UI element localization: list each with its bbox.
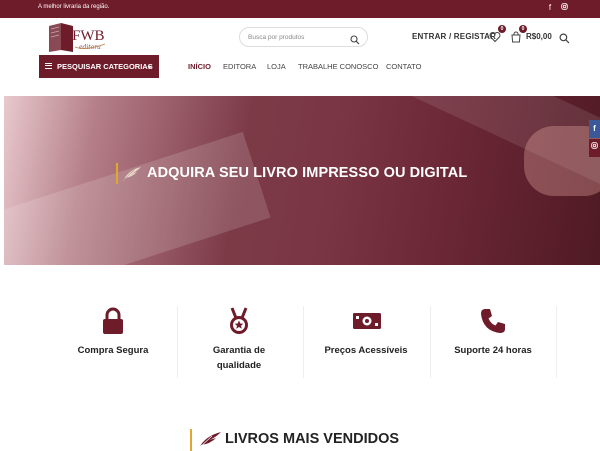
product-search	[239, 27, 368, 47]
svg-text:editora: editora	[79, 44, 101, 51]
feature-support-24h: Suporte 24 horas	[430, 298, 556, 382]
phone-icon	[479, 307, 507, 335]
quill-icon	[198, 431, 222, 449]
feature-affordable-prices: Preços Acessíveis	[303, 298, 429, 382]
search-icon[interactable]	[350, 32, 360, 45]
lock-icon	[99, 307, 127, 335]
login-register-link[interactable]: ENTRAR / REGISTAR	[412, 32, 496, 41]
facebook-icon[interactable]: f	[546, 3, 554, 12]
hero-heading: ADQUIRA SEU LIVRO IMPRESSO OU DIGITAL	[116, 163, 516, 185]
nav-item-trabalhe-conosco[interactable]: TRABALHE CONOSCO	[298, 62, 378, 71]
feature-label: Compra Segura	[77, 345, 149, 356]
main-navigation: PESQUISAR CATEGORIAS ⌄ INÍCIO EDITORA LO…	[0, 55, 600, 79]
feature-secure-purchase: Compra Segura	[50, 298, 176, 382]
top-social-links: f	[546, 3, 568, 12]
shopping-bag-icon	[511, 31, 521, 43]
floating-social-tabs: f	[589, 120, 600, 158]
hero-title: ADQUIRA SEU LIVRO IMPRESSO OU DIGITAL	[147, 165, 468, 181]
categories-label: PESQUISAR CATEGORIAS	[57, 62, 153, 71]
header-search-icon[interactable]	[559, 31, 570, 44]
medal-icon	[225, 307, 253, 335]
feature-quality-guarantee: Garantia de qualidade	[176, 298, 302, 382]
cart-total[interactable]: R$0,00	[526, 32, 552, 41]
nav-item-inicio[interactable]: INÍCIO	[188, 62, 211, 71]
wishlist-button[interactable]: 0	[489, 25, 506, 43]
browse-categories-button[interactable]: PESQUISAR CATEGORIAS ⌄	[39, 55, 159, 78]
best-sellers-heading: LIVROS MAIS VENDIDOS	[190, 429, 450, 451]
search-input[interactable]	[248, 31, 348, 43]
section-title: LIVROS MAIS VENDIDOS	[225, 431, 400, 447]
heading-accent-bar	[190, 429, 192, 451]
cart-button[interactable]: 0	[510, 25, 527, 43]
nav-item-contato[interactable]: CONTATO	[386, 62, 421, 71]
quill-icon	[122, 166, 142, 182]
top-bar: A melhor livraria da região. f	[0, 0, 600, 18]
money-icon	[352, 307, 381, 335]
facebook-icon[interactable]: f	[589, 120, 600, 138]
site-header: FWB editora ENTRAR / REGISTAR 0 0 R$0,00	[0, 18, 600, 55]
chevron-down-icon: ⌄	[146, 61, 153, 70]
nav-item-editora[interactable]: EDITORA	[223, 62, 256, 71]
heart-icon	[489, 32, 501, 43]
menu-icon	[45, 63, 52, 69]
tagline: A melhor livraria da região.	[38, 4, 110, 10]
instagram-icon[interactable]	[589, 139, 600, 157]
wishlist-count-badge: 0	[498, 25, 506, 33]
heading-accent-bar	[116, 163, 118, 184]
feature-label: Suporte 24 horas	[454, 345, 532, 356]
features-row: Compra Segura Garantia de qualidade Preç…	[48, 298, 558, 388]
nav-item-loja[interactable]: LOJA	[267, 62, 286, 71]
svg-text:FWB: FWB	[72, 28, 105, 44]
feature-label: Preços Acessíveis	[324, 345, 408, 356]
site-logo[interactable]: FWB editora	[47, 20, 111, 54]
feature-label: Garantia de qualidade	[212, 345, 266, 371]
instagram-icon[interactable]	[560, 3, 568, 12]
